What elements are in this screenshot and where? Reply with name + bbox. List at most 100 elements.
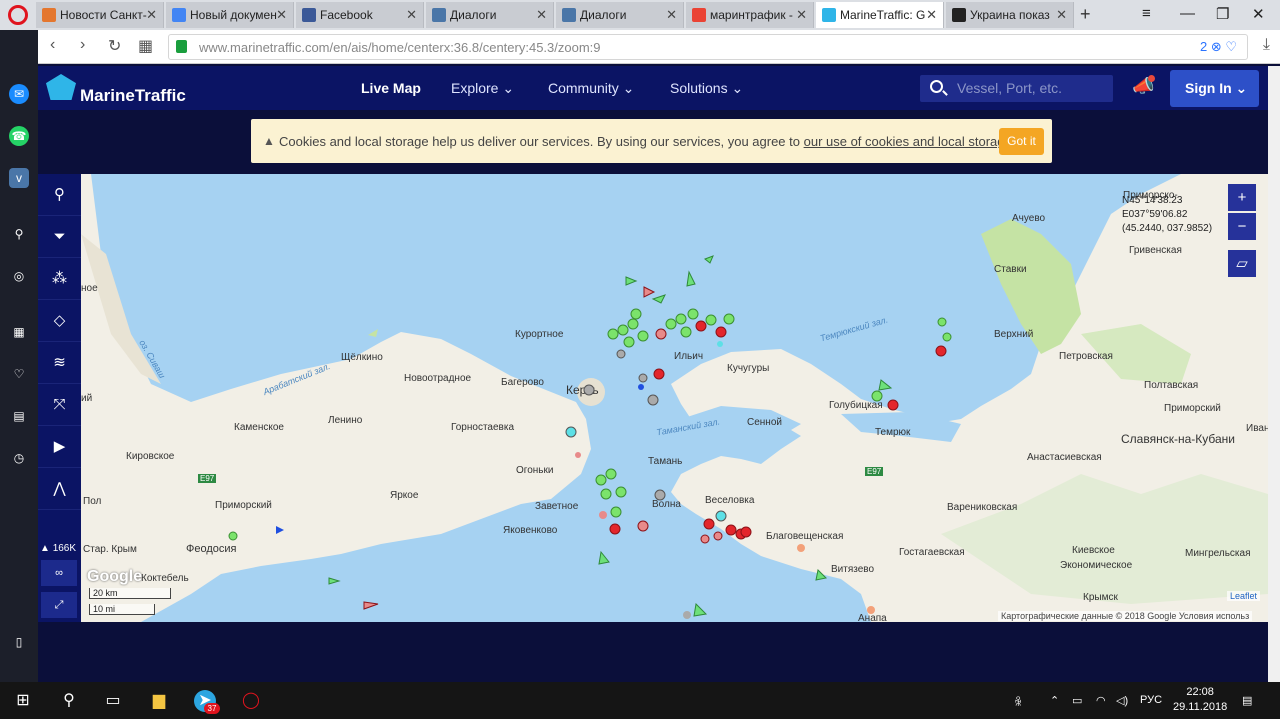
fullscreen-icon[interactable]: ⤢: [41, 592, 77, 618]
opera-logo-icon[interactable]: [8, 5, 28, 25]
browser-tab[interactable]: Украина показ ✕: [946, 2, 1074, 28]
vessel-cluster-taman[interactable]: [700, 510, 752, 544]
browser-tab-strip: Новости Санкт- ✕ Новый докумен ✕ Facebook ✕…: [0, 0, 1280, 30]
map-type-icon[interactable]: ▱: [1228, 250, 1256, 277]
search-placeholder: Vessel, Port, etc.: [957, 80, 1063, 96]
tab-title: Диалоги: [580, 8, 627, 22]
close-icon[interactable]: ✕: [666, 7, 677, 23]
nav-live-map[interactable]: Live Map: [361, 80, 421, 96]
sign-in-button[interactable]: Sign In ⌄: [1170, 70, 1259, 107]
battery-icon[interactable]: ▭: [1072, 694, 1082, 707]
search-icon[interactable]: ⚲: [9, 224, 29, 244]
close-icon[interactable]: ✕: [146, 7, 157, 23]
opera-taskbar-icon[interactable]: ◯: [240, 690, 262, 712]
tab-menu-icon[interactable]: ≡: [1142, 5, 1151, 22]
history-icon[interactable]: ◷: [9, 448, 29, 468]
whatsapp-icon[interactable]: ☎: [9, 126, 29, 146]
new-tab-icon[interactable]: +: [1080, 4, 1091, 25]
search-icon[interactable]: ⚲: [58, 690, 80, 712]
volume-icon[interactable]: ◁): [1116, 694, 1128, 707]
browser-tab-active[interactable]: MarineTraffic: G ✕: [816, 2, 944, 28]
vk-icon[interactable]: v: [9, 168, 29, 188]
got-it-button[interactable]: Got it: [999, 128, 1044, 155]
wifi-icon[interactable]: ◠: [1096, 694, 1106, 707]
tab-favicon-icon: [562, 8, 576, 22]
vessel-count: 166K: [52, 543, 77, 554]
close-icon[interactable]: ✕: [276, 7, 287, 23]
maximize-icon[interactable]: ❐: [1216, 5, 1229, 23]
filter-icon[interactable]: ⏷: [38, 216, 81, 258]
browser-tab[interactable]: маринтрафик - ✕: [686, 2, 814, 28]
vessel-cluster-north[interactable]: [607, 308, 735, 359]
close-icon[interactable]: ✕: [1056, 7, 1067, 23]
browser-tab[interactable]: Новый докумен ✕: [166, 2, 294, 28]
wind-icon[interactable]: ≋: [38, 342, 81, 384]
reload-icon[interactable]: ↻: [108, 36, 121, 56]
file-explorer-icon[interactable]: ▆: [148, 690, 170, 712]
infinity-icon[interactable]: ∞: [41, 560, 77, 586]
browser-tab[interactable]: Facebook ✕: [296, 2, 424, 28]
close-icon[interactable]: ✕: [796, 7, 807, 23]
site-logo[interactable]: MarineTraffic: [80, 86, 186, 106]
taskbar-clock[interactable]: 22:08 29.11.2018: [1173, 685, 1227, 715]
close-window-icon[interactable]: ✕: [1252, 5, 1265, 23]
vessel-markers-misc[interactable]: [228, 255, 893, 617]
leaflet-link[interactable]: Leaflet: [1227, 591, 1261, 601]
news-icon[interactable]: ▤: [9, 406, 29, 426]
cookie-policy-link[interactable]: our use of cookies and local storage: [804, 134, 1012, 149]
tab-title: Facebook: [320, 8, 373, 22]
nav-community[interactable]: Community ⌄: [548, 80, 634, 97]
ship-logo-icon[interactable]: [46, 74, 76, 100]
camera-icon[interactable]: ◎: [9, 266, 29, 286]
tab-title: Новый докумен: [190, 8, 277, 22]
vessel-cluster-strait[interactable]: [565, 368, 665, 458]
map-attribution: Картографические данные © 2018 Google Ус…: [998, 611, 1253, 621]
notifications-icon[interactable]: ▤: [1242, 694, 1252, 707]
url-field[interactable]: www.marinetraffic.com/en/ais/home/center…: [168, 34, 1248, 60]
windows-start-icon[interactable]: ⊞: [12, 690, 34, 712]
messenger-icon[interactable]: ✉: [9, 84, 29, 104]
browser-tab[interactable]: Новости Санкт- ✕: [36, 2, 164, 28]
heart-icon[interactable]: ♡: [9, 364, 29, 384]
page-scrollbar[interactable]: [1268, 66, 1280, 682]
download-icon[interactable]: ⤓: [1263, 36, 1270, 54]
back-icon[interactable]: ‹: [50, 36, 55, 54]
browser-tab[interactable]: Диалоги ✕: [556, 2, 684, 28]
close-icon[interactable]: ✕: [536, 7, 547, 23]
browser-tab[interactable]: Диалоги ✕: [426, 2, 554, 28]
site-header: MarineTraffic Live Map Explore ⌄ Communi…: [38, 66, 1268, 110]
vessel-cluster-temryuk[interactable]: [797, 317, 952, 614]
tab-title: MarineTraffic: G: [840, 8, 926, 22]
opera-sidebar: ✉ ☎ v ⚲ ◎ ▦ ♡ ▤ ◷ ▯: [0, 30, 38, 682]
nav-explore[interactable]: Explore ⌄: [451, 80, 514, 97]
minimize-icon[interactable]: —: [1180, 5, 1195, 22]
measure-icon[interactable]: ⤧: [38, 384, 81, 426]
zoom-out-button[interactable]: −: [1228, 213, 1256, 240]
coord-decimal: (45.2440, 037.9852): [1122, 223, 1213, 234]
close-icon[interactable]: ✕: [406, 7, 417, 23]
nav-solutions[interactable]: Solutions ⌄: [670, 80, 743, 97]
density-icon[interactable]: ⁂: [38, 258, 81, 300]
speed-dial-icon[interactable]: ▦: [9, 322, 29, 342]
vessel-cluster-south[interactable]: [595, 468, 691, 619]
adblock-badge[interactable]: 2 ⊗ ♡: [1200, 39, 1237, 55]
sidebar-toggle-icon[interactable]: ▯: [9, 632, 29, 652]
map-tools-sidebar: ⚲ ⏷ ⁂ ◇ ≋ ⤧ ▶ ⋀: [38, 174, 81, 622]
chevron-up-icon[interactable]: ⌃: [1050, 694, 1059, 707]
speed-dial-icon[interactable]: ▦: [138, 36, 153, 56]
vessel-markers-svg: [228, 255, 952, 619]
route-icon[interactable]: ⋀: [38, 468, 81, 510]
zoom-in-button[interactable]: +: [1228, 184, 1256, 211]
forward-icon[interactable]: ›: [80, 36, 85, 54]
task-view-icon[interactable]: ▭: [102, 690, 124, 712]
coord-lat: N45°14'38.23: [1122, 195, 1183, 206]
language-indicator[interactable]: РУС: [1140, 694, 1162, 706]
tab-title: Новости Санкт-: [60, 8, 147, 22]
close-icon[interactable]: ✕: [926, 7, 937, 23]
search-icon[interactable]: ⚲: [38, 174, 81, 216]
vessel-search-input[interactable]: Vessel, Port, etc.: [920, 75, 1113, 102]
layers-icon[interactable]: ◇: [38, 300, 81, 342]
live-map[interactable]: Арабатский зал. Темрюкский зал. Тамански…: [81, 174, 1268, 622]
play-icon[interactable]: ▶: [38, 426, 81, 468]
people-icon[interactable]: ꆜ: [1014, 694, 1023, 709]
